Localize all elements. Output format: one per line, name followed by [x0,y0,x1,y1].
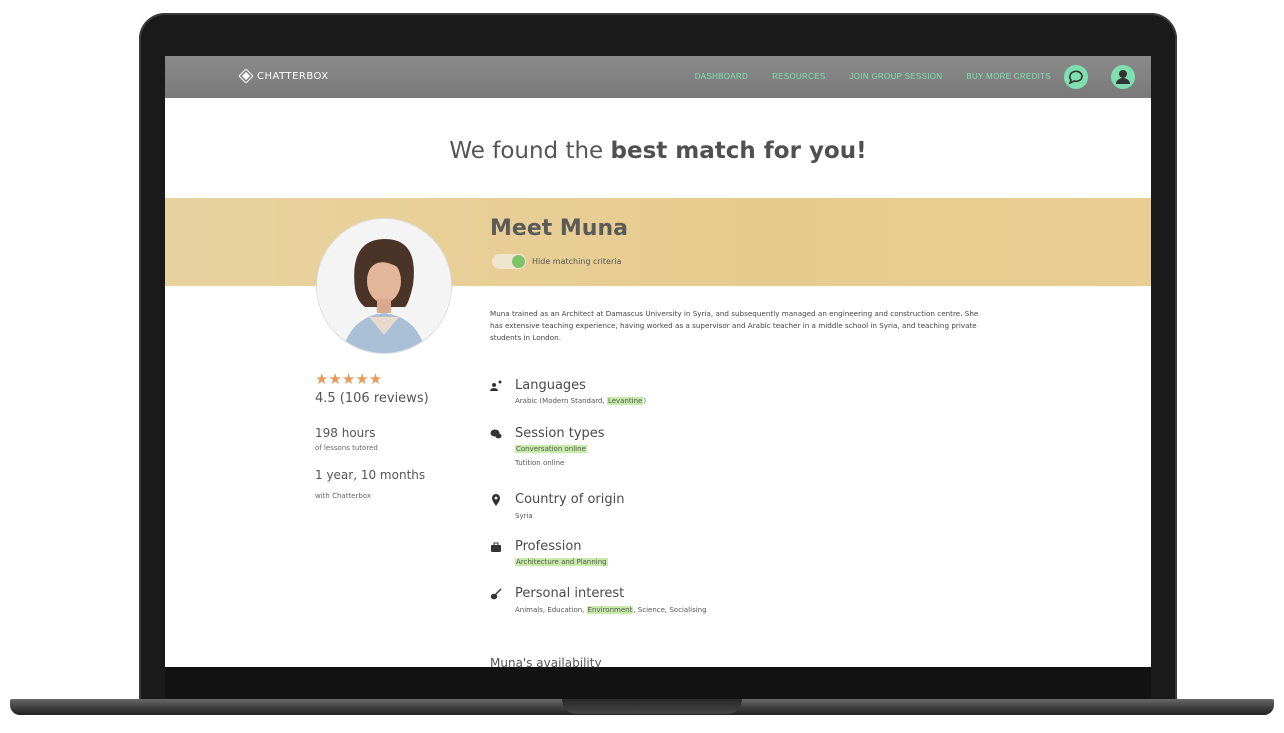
interest-pre: Animals, Education, [515,606,587,614]
availability-heading: Muna's availability [490,656,602,667]
brand-name: CHATTERBOX [257,70,329,82]
app-screen: CHATTERBOX DASHBOARD RESOURCES JOIN GROU… [165,56,1151,667]
nav-resources[interactable]: RESOURCES [772,72,825,81]
brand-logo[interactable]: CHATTERBOX [239,69,329,83]
nav-buy-more-credits[interactable]: BUY MORE CREDITS [966,72,1051,81]
headline-bold: best match for you! [610,138,867,164]
languages-icon [490,380,502,391]
page-headline: We found the best match for you! [165,138,1151,164]
logo-diamond-icon [239,69,253,83]
personal-interest-value: Animals, Education, Environment, Science… [515,606,707,614]
profession-highlight: Architecture and Planning [515,558,608,566]
headline-prefix: We found the [449,138,611,164]
nav-dashboard[interactable]: DASHBOARD [695,72,748,81]
laptop-bezel [165,667,1151,699]
languages-post: ) [643,397,647,405]
tenure-stat: 1 year, 10 months [315,468,426,482]
session-type-1: Conversation online [515,445,587,453]
languages-highlight: Levantine [606,397,644,405]
tutor-bio: Muna trained as an Architect at Damascus… [490,309,979,342]
languages-pre: Arabic (Modern Standard, [515,397,607,405]
country-value: Syria [515,512,533,520]
languages-title: Languages [515,378,586,393]
hours-caption: of lessons tutored [315,444,378,452]
personal-interest-title: Personal interest [515,586,625,601]
tutor-name-title: Meet Muna [490,216,628,241]
toggle-label: Hide matching criteria [532,257,622,266]
user-account-icon[interactable] [1110,64,1136,90]
chat-bubble-icon[interactable] [1063,64,1089,90]
speech-bubbles-icon [490,429,502,439]
tenure-caption: with Chatterbox [315,492,372,500]
guitar-icon [490,588,502,600]
interest-post: , Science, Socialising [633,606,707,614]
profile-band [165,198,1151,286]
briefcase-icon [491,542,501,552]
nav-join-group-session[interactable]: JOIN GROUP SESSION [850,72,943,81]
hours-stat: 198 hours [315,426,376,440]
location-pin-icon [492,494,500,506]
country-title: Country of origin [515,492,625,507]
tutor-portrait-icon [317,219,451,353]
top-navbar: CHATTERBOX DASHBOARD RESOURCES JOIN GROU… [165,56,1151,98]
session-type-2: Tutition online [515,459,565,467]
tutor-avatar [316,218,452,354]
languages-value: Arabic (Modern Standard, Levantine) [515,397,646,405]
session-type-highlight: Conversation online [515,445,587,453]
toggle-knob [512,255,525,268]
session-types-title: Session types [515,426,605,441]
nav-links: DASHBOARD RESOURCES JOIN GROUP SESSION B… [695,72,1051,81]
rating-text: 4.5 (106 reviews) [315,391,429,406]
laptop-notch [562,699,742,714]
interest-highlight: Environment [586,606,634,614]
hide-criteria-toggle[interactable] [492,254,526,269]
rating-stars: ★★★★★ [315,370,383,388]
profession-value: Architecture and Planning [515,558,608,566]
profession-title: Profession [515,539,582,554]
